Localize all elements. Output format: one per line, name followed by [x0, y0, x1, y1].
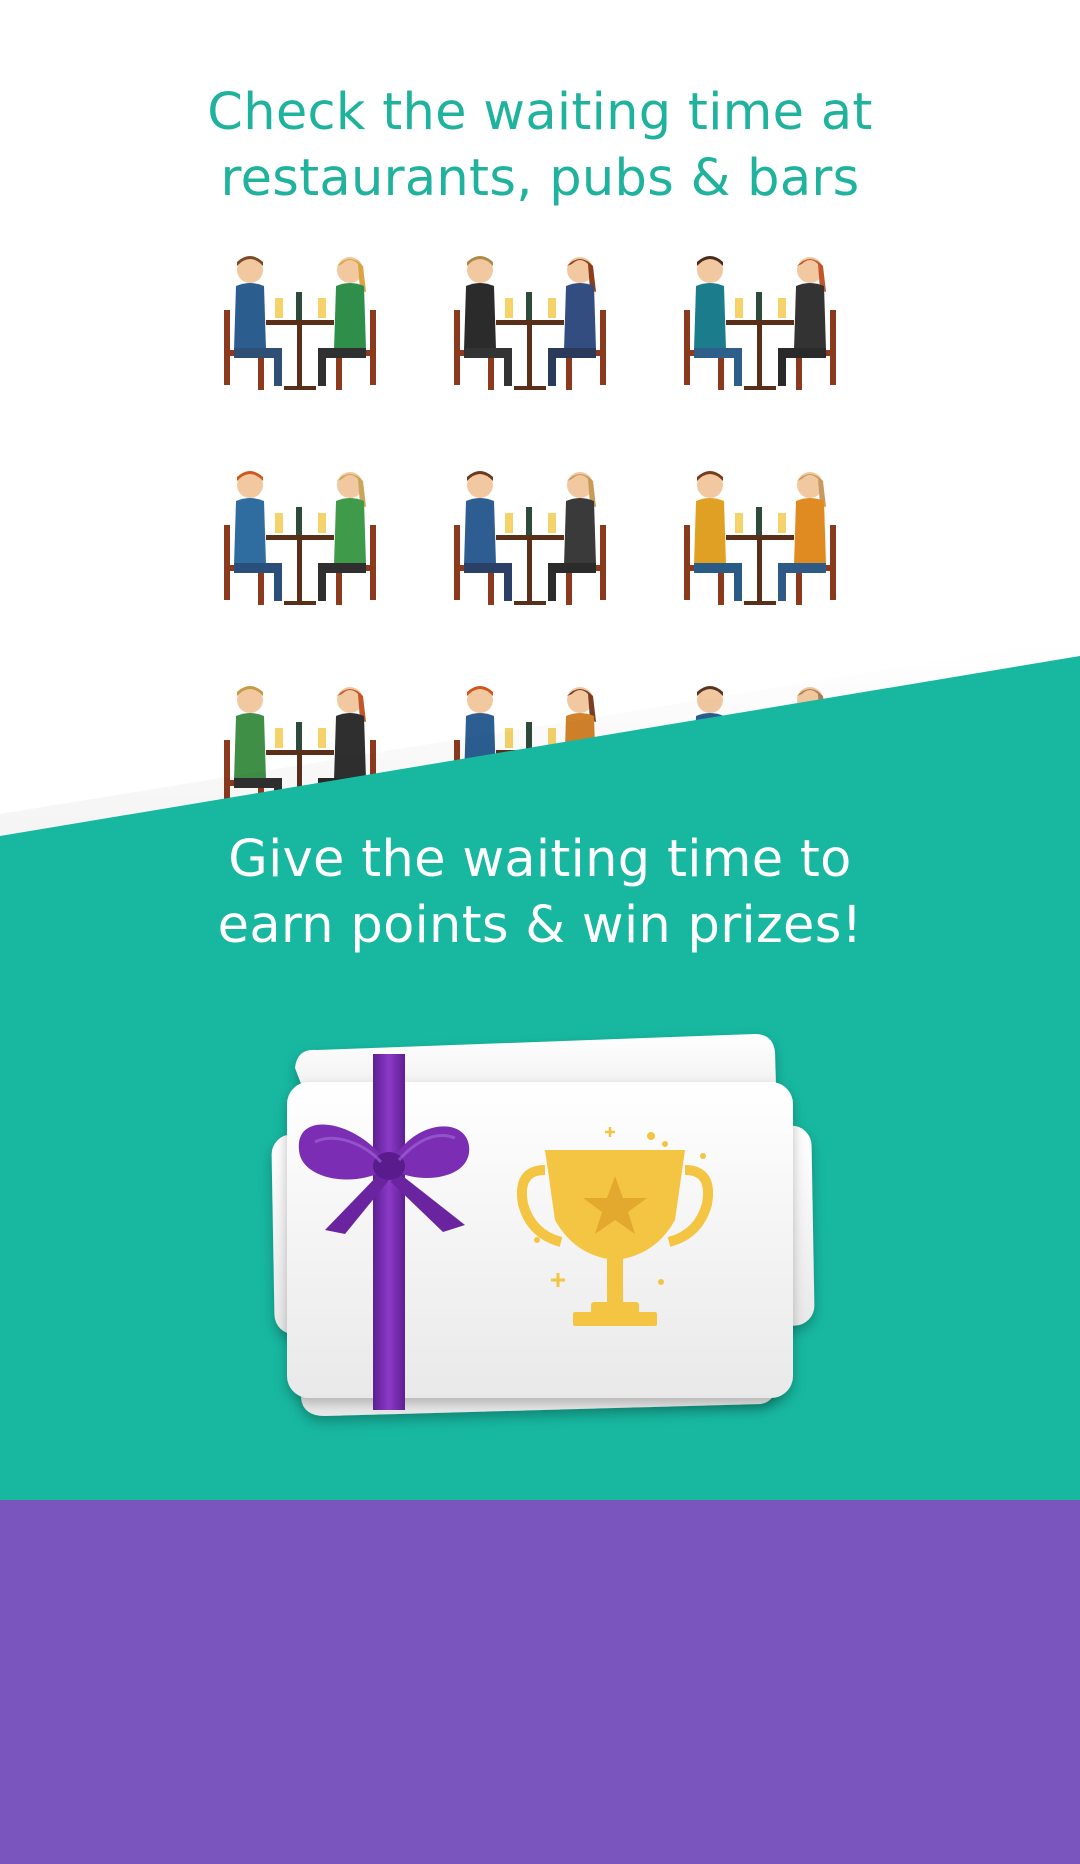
onboarding-screen: Check the waiting time at restaurants, p…: [0, 0, 1080, 1864]
purple-footer-band: [0, 1500, 1080, 1864]
gift-card-icon: [271, 1034, 815, 1416]
headline-line-1: Give the waiting time to: [228, 830, 852, 889]
earn-points-headline: Give the waiting time to earn points & w…: [0, 827, 1080, 959]
headline-line-2: earn points & win prizes!: [217, 896, 863, 955]
